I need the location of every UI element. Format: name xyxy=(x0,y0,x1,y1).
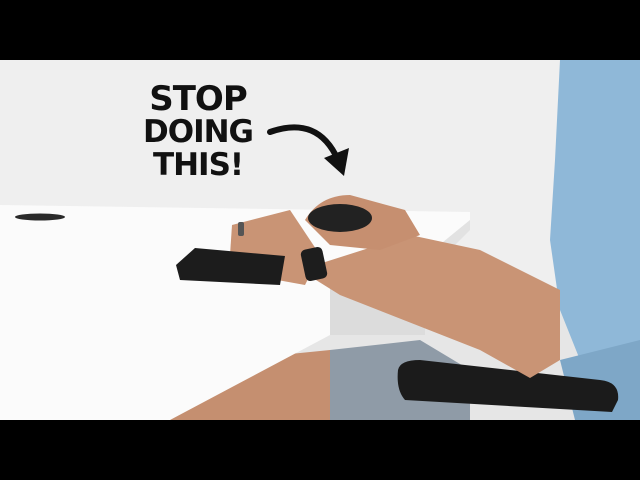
caption-line-1: STOP xyxy=(149,79,248,119)
ring xyxy=(238,222,244,236)
scene-illustration xyxy=(0,60,640,420)
mouse xyxy=(308,204,372,232)
photo-scene: STOP DOING THIS! xyxy=(0,60,640,420)
cable-grommet xyxy=(15,213,65,221)
overlay-caption: STOP DOING THIS! xyxy=(136,82,260,182)
letterbox-top xyxy=(0,0,640,60)
letterbox-bottom xyxy=(0,420,640,480)
caption-line-3: THIS! xyxy=(152,147,244,183)
video-frame: STOP DOING THIS! xyxy=(0,0,640,480)
caption-line-2: DOING xyxy=(142,114,254,150)
